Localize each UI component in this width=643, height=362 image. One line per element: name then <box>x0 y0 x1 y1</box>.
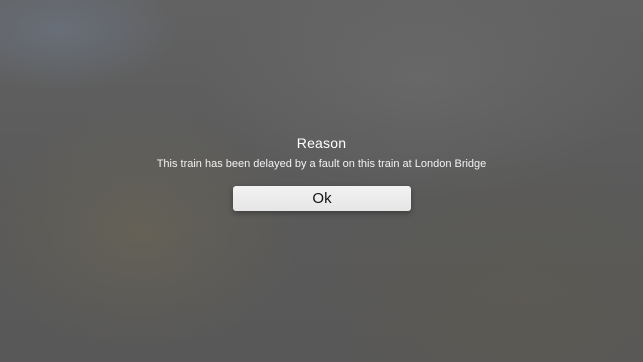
dialog-title: Reason <box>296 135 347 151</box>
dialog-message: This train has been delayed by a fault o… <box>156 158 487 170</box>
alert-dialog: Reason This train has been delayed by a … <box>0 0 643 362</box>
ok-button[interactable]: Ok <box>233 186 411 211</box>
